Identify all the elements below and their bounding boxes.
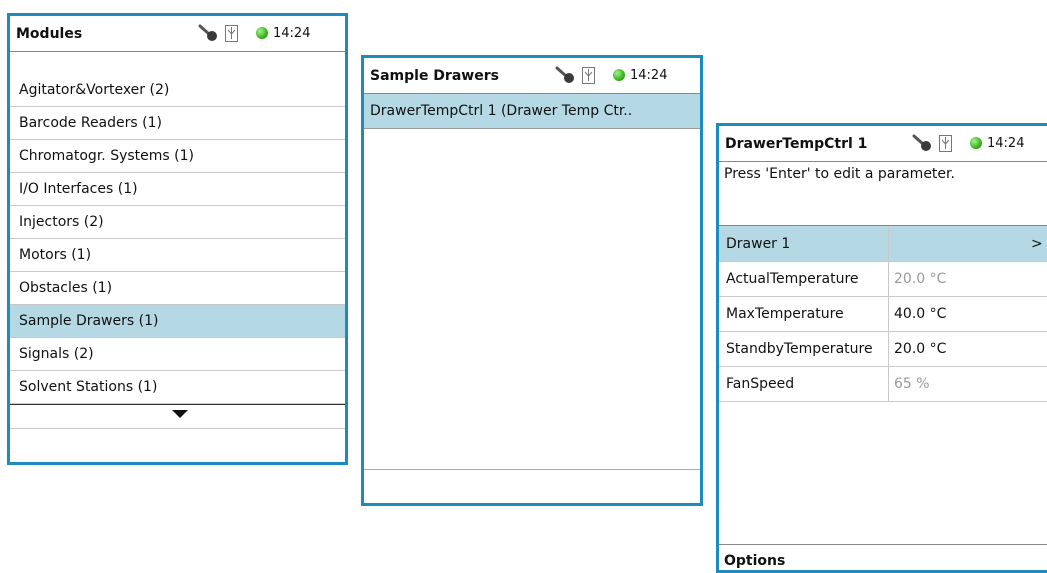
key-icon xyxy=(198,24,217,41)
module-item-label: Signals (2) xyxy=(19,346,94,362)
scroll-down-arrow-icon xyxy=(172,410,188,418)
hint-text: Press 'Enter' to edit a parameter. xyxy=(719,162,1047,226)
module-item[interactable]: Barcode Readers (1) xyxy=(10,107,345,140)
parameter-name: MaxTemperature xyxy=(726,306,844,322)
clock: 14:24 xyxy=(987,135,1025,151)
parameter-row[interactable]: MaxTemperature 40.0 °C xyxy=(719,297,1047,332)
clock: 14:24 xyxy=(273,25,311,41)
parameter-name: StandbyTemperature xyxy=(726,341,873,357)
parameter-value: 20.0 °C xyxy=(894,341,947,357)
modules-panel: Modules 14:24 Agitator&Vortexer (2) Barco… xyxy=(7,13,348,465)
usb-icon xyxy=(939,134,952,152)
modules-title: Modules xyxy=(16,26,83,42)
clock: 14:24 xyxy=(630,67,668,83)
status-dot-icon xyxy=(256,27,268,39)
status-dot-icon xyxy=(970,137,982,149)
module-item-label: I/O Interfaces (1) xyxy=(19,181,138,197)
module-item[interactable]: Injectors (2) xyxy=(10,206,345,239)
parameter-value: 65 % xyxy=(894,376,930,392)
parameter-divider xyxy=(888,332,889,366)
parameter-divider xyxy=(888,367,889,401)
params-title: DrawerTempCtrl 1 xyxy=(725,136,868,152)
parameter-divider xyxy=(888,262,889,296)
key-icon xyxy=(555,66,574,83)
drawers-title: Sample Drawers xyxy=(370,68,499,84)
drawers-footer xyxy=(364,469,700,503)
status-icons: 14:24 xyxy=(197,24,310,42)
parameters-panel: DrawerTempCtrl 1 14:24 Press 'Enter' to … xyxy=(716,123,1047,573)
parameter-name: FanSpeed xyxy=(726,376,795,392)
parameter-row[interactable]: FanSpeed 65 % xyxy=(719,367,1047,402)
drawer-item[interactable]: DrawerTempCtrl 1 (Drawer Temp Ctr.. xyxy=(364,94,700,129)
module-item[interactable]: Solvent Stations (1) xyxy=(10,371,345,404)
module-item-label: Solvent Stations (1) xyxy=(19,379,158,395)
modules-list: Agitator&Vortexer (2) Barcode Readers (1)… xyxy=(10,74,345,404)
parameter-divider xyxy=(888,297,889,331)
module-item[interactable]: Sample Drawers (1) xyxy=(10,305,345,338)
params-header: DrawerTempCtrl 1 14:24 xyxy=(719,126,1047,162)
parameter-value: 20.0 °C xyxy=(894,271,947,287)
modules-header: Modules 14:24 xyxy=(10,16,345,52)
module-item[interactable]: Obstacles (1) xyxy=(10,272,345,305)
module-item[interactable]: I/O Interfaces (1) xyxy=(10,173,345,206)
parameter-row[interactable]: StandbyTemperature 20.0 °C xyxy=(719,332,1047,367)
module-item-label: Chromatogr. Systems (1) xyxy=(19,148,194,164)
param-group-divider xyxy=(888,226,889,261)
parameter-name: ActualTemperature xyxy=(726,271,859,287)
usb-icon xyxy=(225,24,238,42)
status-dot-icon xyxy=(613,69,625,81)
drawers-list: DrawerTempCtrl 1 (Drawer Temp Ctr.. xyxy=(364,94,700,129)
parameter-row[interactable]: ActualTemperature 20.0 °C xyxy=(719,262,1047,297)
module-item[interactable]: Motors (1) xyxy=(10,239,345,272)
param-group-label: Drawer 1 xyxy=(726,236,791,252)
options-softkey[interactable]: Options xyxy=(719,544,1047,570)
param-group-drawer-1[interactable]: Drawer 1 > xyxy=(719,226,1047,262)
status-icons: 14:24 xyxy=(911,134,1024,152)
module-item-label: Motors (1) xyxy=(19,247,92,263)
parameter-value: 40.0 °C xyxy=(894,306,947,322)
module-item-label: Obstacles (1) xyxy=(19,280,113,296)
module-item-label: Agitator&Vortexer (2) xyxy=(19,82,170,98)
module-item-label: Sample Drawers (1) xyxy=(19,313,159,329)
drawer-item-label: DrawerTempCtrl 1 (Drawer Temp Ctr.. xyxy=(370,103,633,119)
module-item-label: Injectors (2) xyxy=(19,214,104,230)
module-item[interactable]: Chromatogr. Systems (1) xyxy=(10,140,345,173)
scroll-down-arrow[interactable] xyxy=(10,404,345,429)
param-group-arrow: > xyxy=(1031,236,1043,252)
sample-drawers-panel: Sample Drawers 14:24 DrawerTempCtrl 1 (D… xyxy=(361,55,703,506)
module-item[interactable]: Signals (2) xyxy=(10,338,345,371)
drawers-header: Sample Drawers 14:24 xyxy=(364,58,700,94)
usb-icon xyxy=(582,66,595,84)
key-icon xyxy=(912,134,931,151)
parameter-table: ActualTemperature 20.0 °C MaxTemperature 40… xyxy=(719,262,1047,402)
module-item[interactable]: Agitator&Vortexer (2) xyxy=(10,74,345,107)
module-item-label: Barcode Readers (1) xyxy=(19,115,162,131)
status-icons: 14:24 xyxy=(554,66,667,84)
